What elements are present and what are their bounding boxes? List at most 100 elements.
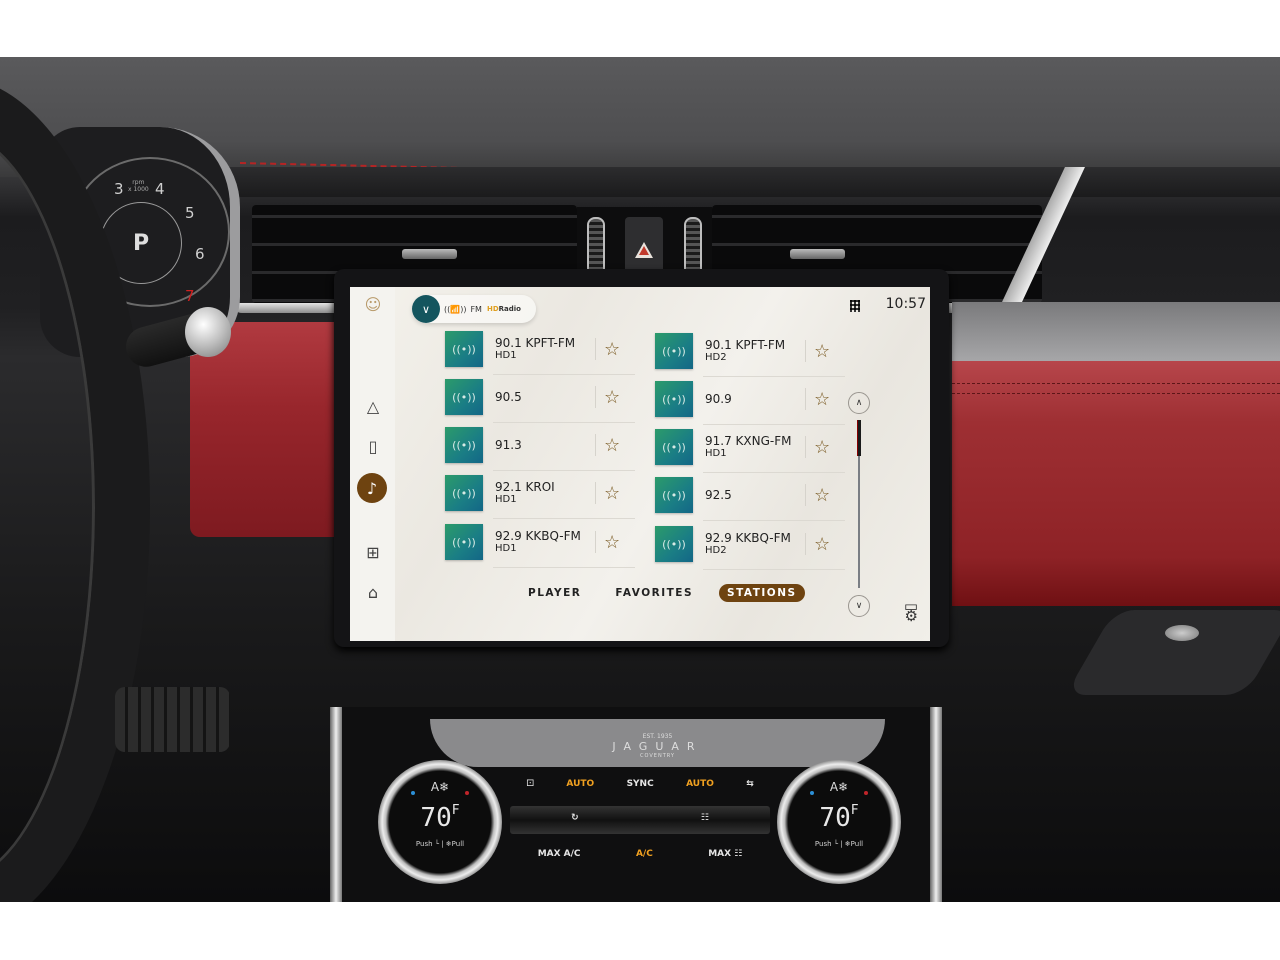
station-item[interactable]: ((•)) 90.9 ☆ xyxy=(655,377,845,425)
station-item[interactable]: ((•)) 90.1 KPFT-FM HD1 ☆ xyxy=(445,327,635,375)
tab-player[interactable]: PLAYER xyxy=(520,584,589,602)
station-sub: HD2 xyxy=(705,544,727,556)
music-note-icon[interactable]: ♪ xyxy=(357,473,387,503)
rpm-number: 6 xyxy=(195,245,205,263)
star-icon[interactable]: ☆ xyxy=(814,485,830,506)
radio-signal-icon: ((•)) xyxy=(445,331,483,367)
auto-left-button[interactable]: AUTO xyxy=(566,779,594,789)
max-defrost-button[interactable]: MAX ☷ xyxy=(708,849,742,859)
rpm-number: 4 xyxy=(155,180,165,198)
station-item[interactable]: ((•)) 91.3 ☆ xyxy=(445,423,635,471)
max-ac-button[interactable]: MAX A/C xyxy=(538,849,581,859)
divider xyxy=(595,338,596,360)
star-icon[interactable]: ☆ xyxy=(814,534,830,555)
keypad-icon[interactable] xyxy=(850,300,860,312)
star-icon[interactable]: ☆ xyxy=(814,389,830,410)
star-icon[interactable]: ☆ xyxy=(604,532,620,553)
station-item[interactable]: ((•)) 90.1 KPFT-FM HD2 ☆ xyxy=(655,329,845,377)
user-profile-icon[interactable]: ☺ xyxy=(362,293,384,315)
divider xyxy=(805,340,806,362)
home-icon[interactable]: ⌂ xyxy=(362,581,384,603)
vent-tab[interactable] xyxy=(402,249,457,259)
temp-knob-driver[interactable]: A❄ 70F Push └ | ❄Pull xyxy=(378,760,502,884)
fan-mode: A❄ xyxy=(777,780,901,794)
temp-readout: 70F xyxy=(378,803,502,833)
station-sub: HD1 xyxy=(495,349,517,361)
star-icon[interactable]: ☆ xyxy=(604,339,620,360)
fan-mode-label: A xyxy=(430,780,440,794)
stalk-knob[interactable] xyxy=(185,307,231,357)
climate-row-middle: ↻ ☷ xyxy=(510,813,770,823)
station-sub: HD2 xyxy=(705,351,727,363)
chevron-down-icon: ∨ xyxy=(855,601,863,611)
recirculation-icon[interactable]: ↻ xyxy=(571,813,579,823)
rpm-label: rpm x 1000 xyxy=(128,179,149,193)
tab-bar: PLAYER FAVORITES STATIONS xyxy=(520,584,823,602)
station-item[interactable]: ((•)) 92.5 ☆ xyxy=(655,473,845,521)
star-icon[interactable]: ☆ xyxy=(604,483,620,504)
station-name: 92.1 KROI xyxy=(495,479,555,494)
tab-stations[interactable]: STATIONS xyxy=(719,584,805,602)
radio-signal-icon: ((•)) xyxy=(655,333,693,369)
seat-heat-icon[interactable]: ⚀ xyxy=(526,779,534,789)
glovebox-handle[interactable] xyxy=(1065,610,1280,695)
star-icon[interactable]: ☆ xyxy=(604,435,620,456)
rpm-number: 3 xyxy=(114,180,124,198)
station-name: 91.7 KXNG-FM xyxy=(705,433,792,448)
rpm-unit: rpm xyxy=(132,179,145,186)
vent-tab[interactable] xyxy=(790,249,845,259)
stitching xyxy=(952,393,1280,394)
hd-radio-logo: HDRadio xyxy=(487,305,521,313)
ac-button[interactable]: A/C xyxy=(636,849,653,859)
scrollbar-thumb[interactable] xyxy=(857,420,861,456)
phone-icon[interactable]: ▯ xyxy=(362,435,384,457)
divider xyxy=(805,388,806,410)
station-name: 92.9 KKBQ-FM xyxy=(495,528,581,543)
station-text: 90.9 xyxy=(705,391,805,406)
max-defrost-label: MAX xyxy=(708,849,732,859)
station-sub: HD1 xyxy=(495,542,517,554)
fan-mode-label: A xyxy=(829,780,839,794)
station-text: 92.9 KKBQ-FM HD2 xyxy=(705,531,805,557)
star-icon[interactable]: ☆ xyxy=(814,341,830,362)
star-icon[interactable]: ☆ xyxy=(604,387,620,408)
tab-favorites[interactable]: FAVORITES xyxy=(607,584,701,602)
station-item[interactable]: ((•)) 92.9 KKBQ-FM HD2 ☆ xyxy=(655,522,845,570)
station-item[interactable]: ((•)) 92.9 KKBQ-FM HD1 ☆ xyxy=(445,520,635,568)
temp-value: 70 xyxy=(420,803,452,833)
station-item[interactable]: ((•)) 92.1 KROI HD1 ☆ xyxy=(445,471,635,519)
airflow-icon[interactable]: ⇆ xyxy=(746,779,754,789)
radio-signal-icon: ((📶)) xyxy=(444,304,467,314)
station-text: 90.1 KPFT-FM HD2 xyxy=(705,337,805,364)
sync-button[interactable]: SYNC xyxy=(627,779,654,789)
station-sub: HD1 xyxy=(495,493,517,505)
glovebox-button[interactable] xyxy=(1165,625,1199,641)
hd-mark: HD xyxy=(486,305,499,313)
climate-row-top: ⚀ AUTO SYNC AUTO ⇆ xyxy=(510,779,770,789)
station-text: 91.7 KXNG-FM HD1 xyxy=(705,433,805,460)
station-name: 90.1 KPFT-FM xyxy=(705,337,786,352)
chevron-down-icon[interactable]: ∨ xyxy=(412,295,440,323)
chevron-up-icon: ∧ xyxy=(855,398,863,408)
station-name: 90.9 xyxy=(705,391,732,406)
station-item[interactable]: ((•)) 90.5 ☆ xyxy=(445,375,635,423)
star-icon[interactable]: ☆ xyxy=(814,437,830,458)
temp-unit: F xyxy=(850,803,859,818)
climate-controls: ⚀ AUTO SYNC AUTO ⇆ ↻ ☷ MAX A/C A/C MAX ☷ xyxy=(510,773,770,873)
divider xyxy=(595,531,596,553)
scroll-down-button[interactable]: ∨ xyxy=(848,595,870,617)
scroll-up-button[interactable]: ∧ xyxy=(848,392,870,414)
temp-knob-passenger[interactable]: A❄ 70F Push └ | ❄Pull xyxy=(777,760,901,884)
settings-gear-icon[interactable]: ⚙ xyxy=(905,607,918,625)
navigation-arrow-icon[interactable]: △ xyxy=(362,395,384,417)
rear-defrost-icon[interactable]: ☷ xyxy=(701,813,709,823)
console-trim xyxy=(330,707,342,902)
band-label: FM xyxy=(470,304,482,314)
knob-hint: Push └ | ❄Pull xyxy=(415,840,465,848)
station-sub: HD1 xyxy=(705,447,727,459)
apps-grid-icon[interactable]: ⊞ xyxy=(362,541,384,563)
source-selector[interactable]: ∨ ((📶)) FM HDRadio xyxy=(412,295,536,323)
fan-icon: ❄ xyxy=(439,780,450,794)
station-item[interactable]: ((•)) 91.7 KXNG-FM HD1 ☆ xyxy=(655,425,845,473)
auto-right-button[interactable]: AUTO xyxy=(686,779,714,789)
